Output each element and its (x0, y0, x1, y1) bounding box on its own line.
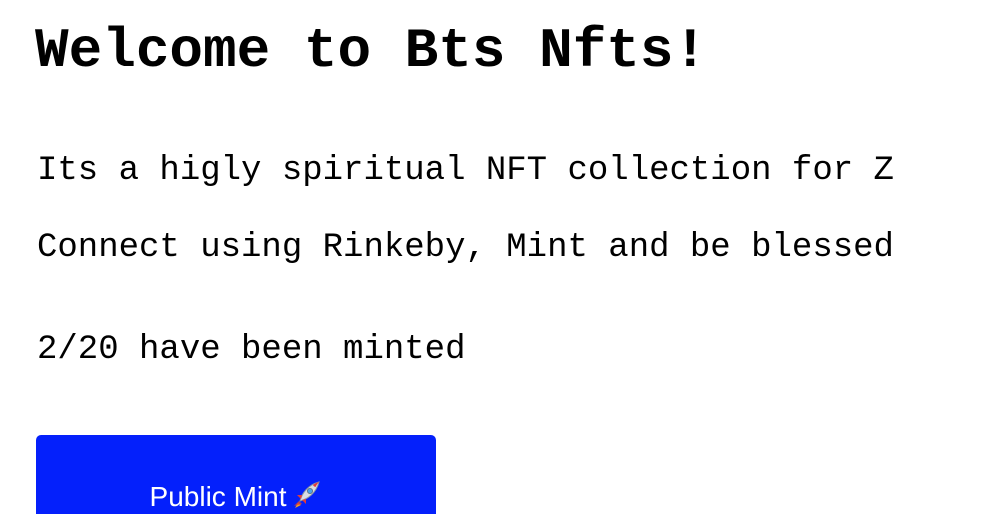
page: Welcome to Bts Nfts! Its a higly spiritu… (0, 0, 1004, 514)
collection-description: Its a higly spiritual NFT collection for… (37, 152, 894, 190)
public-mint-button-content: Public Mint (36, 479, 436, 514)
page-title: Welcome to Bts Nfts! (35, 19, 708, 83)
public-mint-label: Public Mint (149, 481, 287, 512)
mint-count: 2/20 have been minted (37, 331, 466, 369)
public-mint-button[interactable]: Public Mint (36, 435, 436, 514)
connect-instructions: Connect using Rinkeby, Mint and be bless… (37, 229, 894, 267)
rocket-icon (292, 479, 322, 514)
